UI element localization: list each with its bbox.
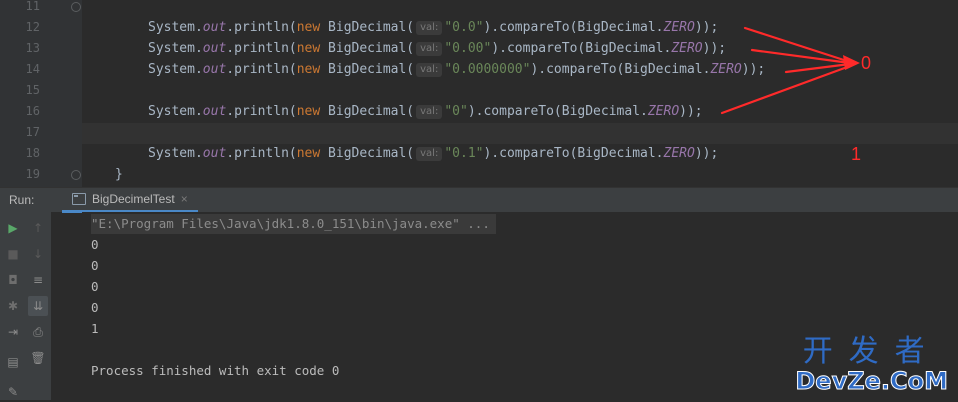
fold-column <box>62 0 82 187</box>
line-number: 16 <box>25 104 40 118</box>
line-number: 11 <box>25 0 40 13</box>
line-number: 15 <box>25 83 40 97</box>
console-output-line: 1 <box>91 321 99 336</box>
line-number: 17 <box>25 125 40 139</box>
run-toolbar-right: ↑ ↓ ≡ ⇊ ⎙ 🗑 <box>26 212 52 400</box>
console-output-line: 0 <box>91 279 99 294</box>
fold-marker-icon[interactable] <box>71 170 81 180</box>
annotation-one: 1 <box>851 144 862 164</box>
pin-icon[interactable]: ✎ <box>3 382 23 402</box>
run-icon[interactable]: ▶ <box>3 218 23 238</box>
code-line-14[interactable]: System.out.println(new BigDecimal(val: "0… <box>148 59 765 80</box>
param-hint: val: <box>416 42 443 56</box>
tab-title: BigDecimelTest <box>92 192 175 206</box>
line-number: 18 <box>25 146 40 160</box>
process-finished-line: Process finished with exit code 0 <box>91 363 340 378</box>
param-hint: val: <box>416 63 443 77</box>
stop-icon[interactable]: ■ <box>3 244 23 264</box>
watermark-bottom-text: DevZe.CoM <box>795 367 949 395</box>
current-line-highlight <box>82 123 958 144</box>
code-line-12[interactable]: System.out.println(new BigDecimal(val: "0… <box>148 17 718 38</box>
arrow-head-icon <box>843 55 860 70</box>
run-label: Run: <box>9 193 35 207</box>
code-editor[interactable]: 11 12 13 14 15 16 17 18 19 System.out.pr… <box>0 0 958 187</box>
console-output-line: 0 <box>91 237 99 252</box>
run-panel-header: Run: BigDecimelTest × <box>0 187 958 213</box>
close-icon[interactable]: × <box>181 192 188 206</box>
line-number: 14 <box>25 62 40 76</box>
debug-icon[interactable]: ✱ <box>3 296 23 316</box>
line-number: 12 <box>25 20 40 34</box>
line-number-gutter: 11 12 13 14 15 16 17 18 19 <box>0 0 62 187</box>
code-line-18[interactable]: System.out.println(new BigDecimal(val: "0… <box>148 143 718 164</box>
down-arrow-icon[interactable]: ↓ <box>28 244 48 264</box>
annotation-arrow-line <box>743 26 852 64</box>
line-number: 13 <box>25 41 40 55</box>
annotation-zero: 0 <box>861 53 872 73</box>
run-config-icon <box>72 193 86 205</box>
print-icon[interactable]: ⎙ <box>28 322 48 342</box>
code-line-13[interactable]: System.out.println(new BigDecimal(val: "0… <box>148 38 726 59</box>
trash-icon[interactable]: 🗑 <box>28 348 48 368</box>
watermark-logo: 开发者 DevZe.CoM <box>795 334 949 395</box>
up-arrow-icon[interactable]: ↑ <box>28 218 48 238</box>
run-toolbar-left: ▶ ■ ◘ ✱ ⇥ ▤ ✎ <box>0 212 26 400</box>
scroll-to-end-icon[interactable]: ⇊ <box>28 296 48 316</box>
param-hint: val: <box>416 21 443 35</box>
console-output-line: 0 <box>91 258 99 273</box>
soft-wrap-icon[interactable]: ≡ <box>28 270 48 290</box>
camera-icon[interactable]: ◘ <box>3 270 23 290</box>
code-line-16[interactable]: System.out.println(new BigDecimal(val: "0… <box>148 101 703 122</box>
line-number: 19 <box>25 167 40 181</box>
console-output-line: 0 <box>91 300 99 315</box>
watermark-top-text: 开发者 <box>802 334 941 369</box>
layout-icon[interactable]: ▤ <box>3 352 23 372</box>
exit-icon[interactable]: ⇥ <box>3 322 23 342</box>
annotation-arrow-line <box>784 62 852 74</box>
tab-bigdecimeltest[interactable]: BigDecimelTest × <box>62 188 198 213</box>
console-command-line: "E:\Program Files\Java\jdk1.8.0_151\bin\… <box>91 214 496 234</box>
param-hint: val: <box>416 105 443 119</box>
fold-marker-icon[interactable] <box>71 2 81 12</box>
closing-brace: } <box>115 167 123 182</box>
annotation-arrow-line <box>750 48 852 65</box>
param-hint: val: <box>416 147 443 161</box>
